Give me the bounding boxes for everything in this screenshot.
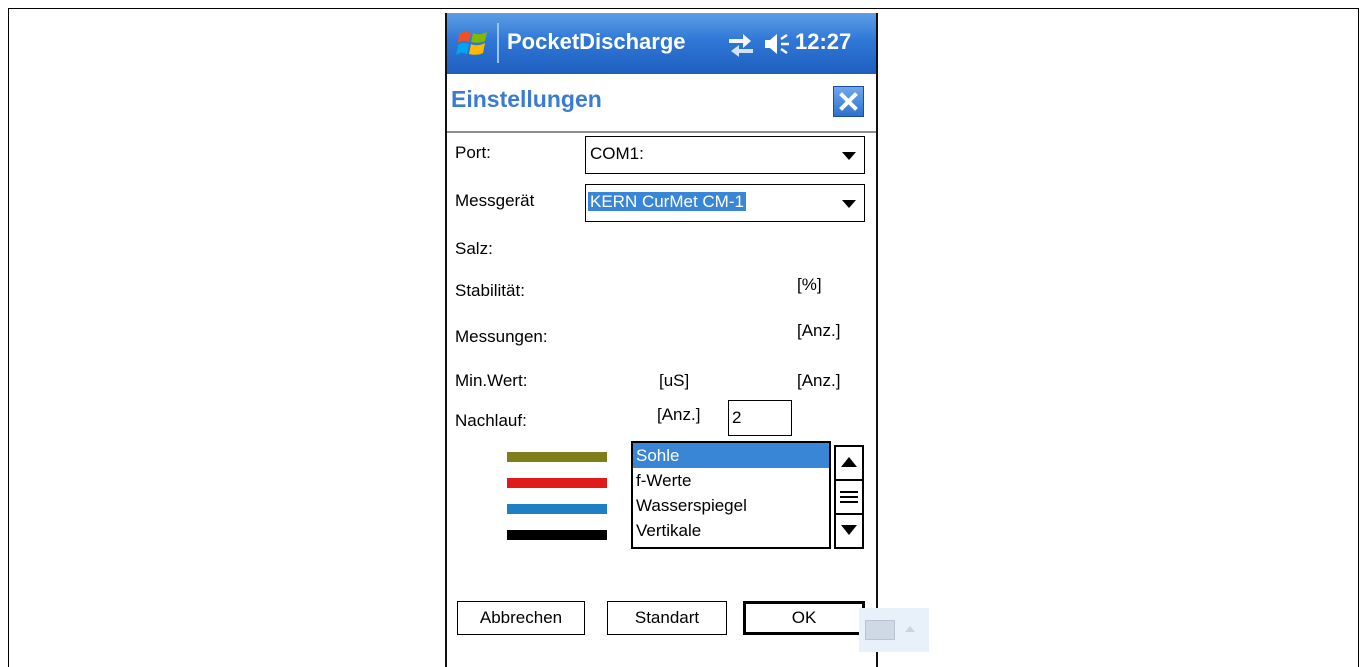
ok-button[interactable]: OK [743, 601, 865, 635]
legend-swatch-f-werte [507, 478, 607, 488]
port-label: Port: [455, 143, 491, 162]
stability-label: Stabilität: [455, 281, 525, 300]
input-panel-bar [859, 608, 929, 652]
list-item[interactable]: f-Werte [633, 468, 829, 493]
title-bar: PocketDischarge 12:27 [447, 13, 876, 74]
dialog-header: Einstellungen [447, 76, 876, 133]
dialog-title: Einstellungen [451, 86, 602, 112]
followup-unit: [Anz.] [657, 405, 701, 424]
default-button[interactable]: Standart [607, 601, 727, 635]
app-title: PocketDischarge [507, 29, 686, 54]
measurements-unit: [Anz.] [797, 321, 841, 340]
device-label: Messgerät [455, 191, 535, 210]
keyboard-icon[interactable] [865, 620, 895, 640]
device-value: KERN CurMet CM-1 [588, 192, 746, 211]
volume-icon[interactable] [763, 31, 791, 57]
measurements-label: Messungen: [455, 327, 548, 346]
clock[interactable]: 12:27 [795, 29, 851, 55]
pocket-pc-window: PocketDischarge 12:27 Einstellungen Port… [445, 13, 878, 667]
stability-unit: [%] [797, 275, 822, 294]
legend-swatch-sohle [507, 452, 607, 462]
chevron-down-icon [842, 200, 856, 208]
chevron-down-icon [842, 152, 856, 160]
scroll-thumb[interactable] [836, 481, 862, 515]
scroll-down-button[interactable] [836, 515, 862, 547]
salt-label: Salz: [455, 239, 493, 258]
followup-label: Nachlauf: [455, 411, 527, 430]
list-item[interactable]: Sohle [633, 443, 829, 468]
arrow-up-icon [841, 457, 857, 467]
legend-swatch-wasserspiegel [507, 504, 607, 514]
list-item[interactable]: Wasserspiegel [633, 493, 829, 518]
header-divider [447, 131, 876, 133]
windows-flag-icon[interactable] [455, 26, 491, 62]
grip-line [840, 491, 858, 493]
close-button[interactable] [833, 86, 864, 117]
minvalue-unit-count: [Anz.] [797, 371, 841, 390]
scroll-up-button[interactable] [836, 447, 862, 481]
followup-input[interactable]: 2 [728, 400, 792, 436]
connectivity-icon[interactable] [727, 31, 755, 57]
port-select[interactable]: COM1: [585, 136, 865, 174]
legend-swatch-vertikale [507, 530, 607, 540]
title-divider [497, 23, 499, 63]
arrow-down-icon [841, 525, 857, 535]
close-icon [839, 92, 858, 111]
cancel-button[interactable]: Abbrechen [457, 601, 585, 635]
grip-line [840, 496, 858, 498]
minvalue-label: Min.Wert: [455, 371, 528, 390]
port-value: COM1: [590, 144, 644, 163]
legend-scrollbar[interactable] [834, 445, 864, 549]
minvalue-unit-us: [uS] [659, 371, 690, 390]
chevron-up-icon[interactable] [905, 626, 915, 632]
device-select[interactable]: KERN CurMet CM-1 [585, 184, 865, 222]
grip-line [840, 501, 858, 503]
list-item[interactable]: Vertikale [633, 518, 829, 543]
followup-value: 2 [732, 408, 742, 427]
legend-listbox[interactable]: Sohle f-Werte Wasserspiegel Vertikale [631, 441, 831, 549]
